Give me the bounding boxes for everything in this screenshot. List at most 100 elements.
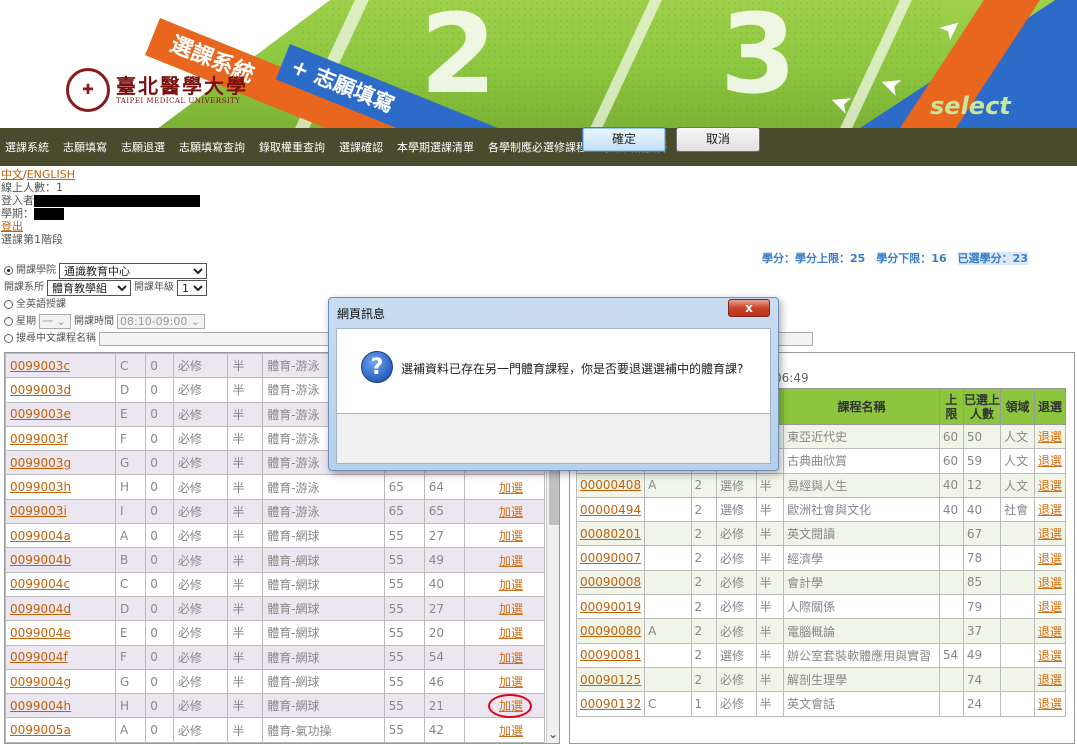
course-code-link[interactable]: 0099004c bbox=[5, 571, 116, 597]
drop-course-link[interactable]: 退選 bbox=[1033, 666, 1067, 693]
cancel-button[interactable]: 取消 bbox=[676, 127, 760, 152]
col-header-enrolled: 已選上人數 bbox=[962, 388, 1002, 425]
menu-item-wish-fill[interactable]: 志願填寫 bbox=[63, 139, 107, 155]
required-type: 必修 bbox=[172, 668, 229, 695]
course-code-link[interactable]: 0099005a bbox=[5, 717, 116, 743]
section bbox=[644, 521, 692, 547]
lang-zh-link[interactable]: 中文 bbox=[1, 168, 23, 181]
add-course-link[interactable]: 加選 bbox=[464, 523, 545, 549]
menu-item-weight-query[interactable]: 錄取權重查詢 bbox=[259, 139, 325, 155]
credits: 0 bbox=[145, 450, 174, 476]
course-code-link[interactable]: 0099004e bbox=[5, 620, 116, 646]
drop-course-link[interactable]: 退選 bbox=[1033, 472, 1067, 498]
course-code-link[interactable]: 0099004f bbox=[5, 644, 116, 670]
required-type: 必修 bbox=[172, 474, 229, 500]
year-select[interactable]: 1 bbox=[177, 279, 207, 296]
course-code-link[interactable]: 00090132 bbox=[575, 691, 646, 717]
drop-course-link[interactable]: 退選 bbox=[1033, 521, 1067, 547]
course-code-link[interactable]: 00090125 bbox=[575, 666, 646, 693]
table-row: 0099004c C 0 必修半體育-網球 55 40 加選 bbox=[5, 571, 545, 597]
drop-course-link[interactable]: 退選 bbox=[1033, 642, 1067, 668]
add-course-link[interactable]: 加選 bbox=[464, 644, 545, 670]
drop-course-link[interactable]: 退選 bbox=[1033, 691, 1067, 717]
course-code-link[interactable]: 00090081 bbox=[575, 642, 646, 668]
drop-course-link[interactable]: 退選 bbox=[1033, 545, 1067, 571]
credits: 0 bbox=[145, 644, 174, 670]
term-length: 半 bbox=[227, 353, 264, 379]
logout-link[interactable]: 登出 bbox=[1, 220, 23, 233]
lang-en-link[interactable]: ENGLISH bbox=[27, 168, 75, 181]
credits: 0 bbox=[145, 353, 174, 379]
required-type: 選修 bbox=[716, 472, 757, 498]
add-course-link[interactable]: 加選 bbox=[464, 571, 545, 597]
english-radio[interactable] bbox=[4, 300, 13, 309]
course-code-link[interactable]: 0099004h bbox=[5, 693, 116, 719]
college-select[interactable]: 通識教育中心 bbox=[59, 262, 207, 279]
weekday-radio[interactable] bbox=[4, 317, 13, 326]
course-code-link[interactable]: 0099003c bbox=[5, 353, 116, 379]
course-code-link[interactable]: 0099003e bbox=[5, 401, 116, 427]
add-course-link[interactable]: 加選 bbox=[464, 717, 545, 743]
add-course-link[interactable]: 加選 bbox=[464, 547, 545, 573]
course-code-link[interactable]: 00000494 bbox=[575, 496, 646, 523]
dialog-close-button[interactable]: x bbox=[728, 299, 770, 317]
drop-course-link[interactable]: 退選 bbox=[1033, 594, 1067, 620]
course-code-link[interactable]: 0099004d bbox=[5, 595, 116, 622]
add-course-link[interactable]: 加選 bbox=[464, 620, 545, 646]
course-name: 體育-網球 bbox=[262, 547, 385, 573]
drop-course-link[interactable]: 退選 bbox=[1033, 496, 1067, 523]
table-row: 0099004b B 0 必修半體育-網球 55 49 加選 bbox=[5, 547, 545, 573]
drop-course-link[interactable]: 退選 bbox=[1033, 618, 1067, 644]
limit bbox=[938, 594, 964, 620]
redacted-name bbox=[34, 195, 200, 207]
section: E bbox=[114, 401, 147, 427]
required-type: 必修 bbox=[172, 547, 229, 573]
course-name: 歐洲社會與文化 bbox=[783, 496, 940, 523]
menu-item-semester-list[interactable]: 本學期選課清單 bbox=[397, 139, 474, 155]
course-code-link[interactable]: 00090007 bbox=[575, 545, 646, 571]
course-code-link[interactable]: 00090019 bbox=[575, 594, 646, 620]
table-row: 00090125 2 必修半解剖生理學 74 退選 bbox=[575, 666, 1067, 693]
menu-item-required-courses[interactable]: 各學制應必選修課程 bbox=[488, 139, 587, 155]
scroll-down-icon[interactable]: ⌄ bbox=[548, 727, 558, 741]
menu-item-wish-drop[interactable]: 志願退選 bbox=[121, 139, 165, 155]
term-length: 半 bbox=[227, 595, 264, 622]
menu-item-course-system[interactable]: 選課系統 bbox=[5, 139, 49, 155]
drop-course-link[interactable]: 退選 bbox=[1033, 423, 1067, 450]
course-code-link[interactable]: 00000408 bbox=[575, 472, 646, 498]
course-code-link[interactable]: 0099003d bbox=[5, 377, 116, 403]
menu-item-wish-query[interactable]: 志願填寫查詢 bbox=[179, 139, 245, 155]
course-code-link[interactable]: 0099003g bbox=[5, 450, 116, 476]
menu-item-confirm[interactable]: 選課確認 bbox=[339, 139, 383, 155]
course-code-link[interactable]: 0099004b bbox=[5, 547, 116, 573]
course-code-link[interactable]: 00090008 bbox=[575, 569, 646, 596]
course-name: 體育-網球 bbox=[262, 523, 385, 549]
weekday-select[interactable]: 一 ⌄ bbox=[39, 314, 71, 329]
add-course-link[interactable]: 加選 bbox=[464, 474, 545, 500]
dept-select[interactable]: 體育教學組 bbox=[47, 279, 131, 296]
course-code-link[interactable]: 00080201 bbox=[575, 521, 646, 547]
course-code-link[interactable]: 0099004g bbox=[5, 668, 116, 695]
course-code-link[interactable]: 0099003i bbox=[5, 498, 116, 525]
course-name: 體育-氣功操 bbox=[262, 717, 385, 743]
search-radio[interactable] bbox=[4, 334, 13, 343]
drop-course-link[interactable]: 退選 bbox=[1033, 569, 1067, 596]
add-course-link[interactable]: 加選 bbox=[464, 595, 545, 622]
course-code-link[interactable]: 0099004a bbox=[5, 523, 116, 549]
required-type: 必修 bbox=[172, 498, 229, 525]
ok-button[interactable]: 確定 bbox=[582, 127, 666, 152]
course-code-link[interactable]: 0099003f bbox=[5, 425, 116, 452]
add-course-link[interactable]: 加選 bbox=[464, 668, 545, 695]
drop-course-link[interactable]: 退選 bbox=[1033, 448, 1067, 474]
course-name: 辦公室套裝軟體應用與實習 bbox=[783, 642, 940, 668]
course-name: 人際關係 bbox=[783, 594, 940, 620]
course-code-link[interactable]: 0099003h bbox=[5, 474, 116, 500]
time-select[interactable]: 08:10-09:00 ⌄ bbox=[117, 314, 205, 329]
section: A bbox=[114, 717, 147, 743]
college-radio[interactable] bbox=[4, 266, 13, 275]
section: A bbox=[644, 618, 692, 644]
credits: 0 bbox=[145, 498, 174, 525]
add-course-link[interactable]: 加選 bbox=[464, 498, 545, 525]
table-row: 0099004g G 0 必修半體育-網球 55 46 加選 bbox=[5, 668, 545, 695]
course-code-link[interactable]: 00090080 bbox=[575, 618, 646, 644]
